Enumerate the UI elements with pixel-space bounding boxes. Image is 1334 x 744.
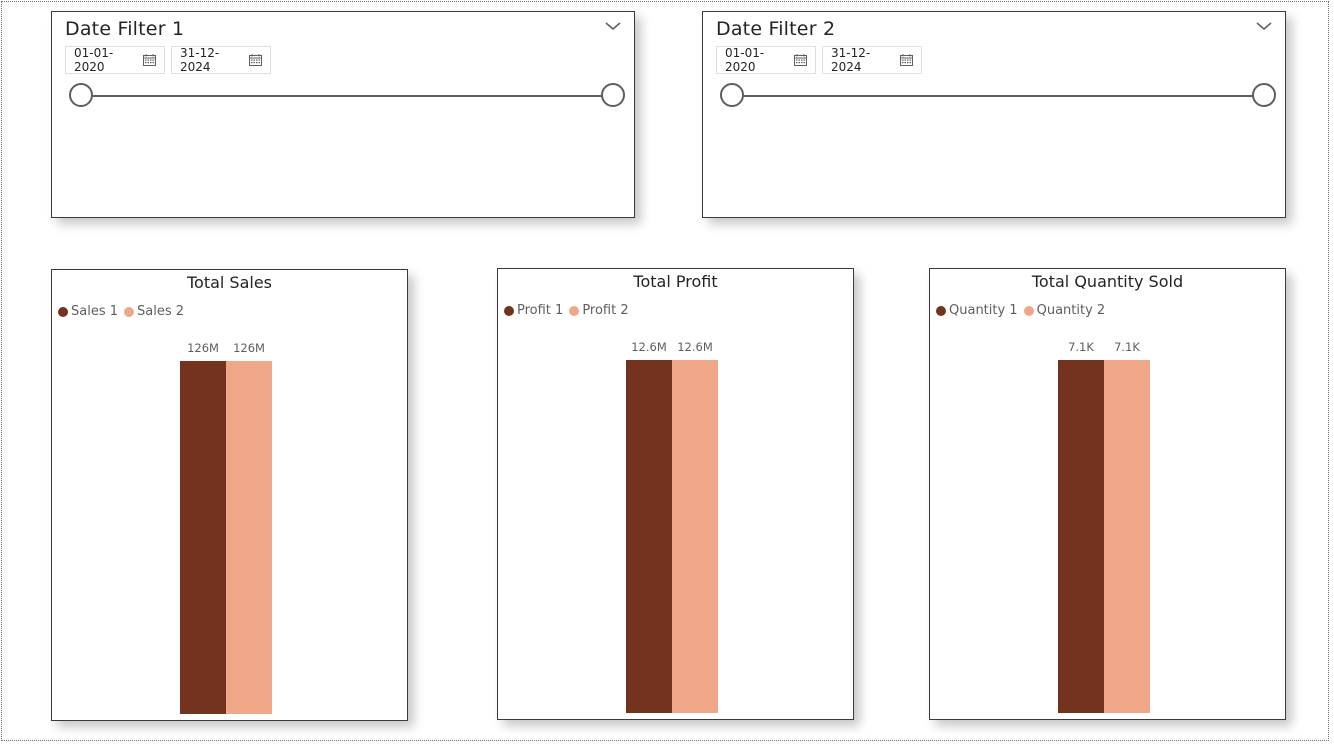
calendar-icon[interactable] bbox=[249, 54, 262, 66]
bar-profit-1[interactable] bbox=[626, 360, 672, 713]
calendar-icon[interactable] bbox=[794, 54, 807, 66]
data-label: 12.6M bbox=[677, 340, 713, 354]
data-label: 12.6M bbox=[631, 340, 667, 354]
end-date-input[interactable]: 31-12-2024 bbox=[171, 46, 271, 74]
total-sales-chart[interactable]: Total Sales Sales 1 Sales 2 126M 126M bbox=[51, 269, 408, 721]
end-date-value: 31-12-2024 bbox=[831, 46, 871, 74]
bar-quantity-1[interactable] bbox=[1058, 360, 1104, 713]
data-label: 7.1K bbox=[1068, 340, 1094, 354]
bar-sales-1[interactable] bbox=[180, 361, 226, 714]
start-date-value: 01-01-2020 bbox=[74, 46, 114, 74]
bar-quantity-2[interactable] bbox=[1104, 360, 1150, 713]
slicer-title: Date Filter 2 bbox=[716, 18, 836, 40]
range-slider-track[interactable] bbox=[733, 95, 1264, 97]
range-slider-end-handle[interactable] bbox=[1252, 83, 1276, 107]
total-quantity-sold-chart[interactable]: Total Quantity Sold Quantity 1 Quantity … bbox=[929, 268, 1286, 720]
chart-plot-area: 12.6M 12.6M bbox=[626, 340, 718, 713]
chevron-down-icon[interactable] bbox=[604, 20, 622, 32]
date-slicer-2: Date Filter 2 01-01-2020 31-12-2024 bbox=[702, 11, 1286, 218]
start-date-value: 01-01-2020 bbox=[725, 46, 765, 74]
start-date-input[interactable]: 01-01-2020 bbox=[65, 46, 165, 74]
bar-sales-2[interactable] bbox=[226, 361, 272, 714]
calendar-icon[interactable] bbox=[900, 54, 913, 66]
chevron-down-icon[interactable] bbox=[1255, 20, 1273, 32]
data-label: 7.1K bbox=[1114, 340, 1140, 354]
start-date-input[interactable]: 01-01-2020 bbox=[716, 46, 816, 74]
total-profit-chart[interactable]: Total Profit Profit 1 Profit 2 12.6M 12.6… bbox=[497, 268, 854, 720]
range-slider-track[interactable] bbox=[82, 95, 613, 97]
slicer-title: Date Filter 1 bbox=[65, 18, 185, 40]
range-slider-start-handle[interactable] bbox=[69, 83, 93, 107]
data-label: 126M bbox=[187, 341, 219, 355]
end-date-input[interactable]: 31-12-2024 bbox=[822, 46, 922, 74]
data-label: 126M bbox=[233, 341, 265, 355]
date-slicer-1: Date Filter 1 01-01-2020 31-12-2024 bbox=[51, 11, 635, 218]
end-date-value: 31-12-2024 bbox=[180, 46, 220, 74]
range-slider-start-handle[interactable] bbox=[720, 83, 744, 107]
chart-plot-area: 126M 126M bbox=[180, 341, 272, 714]
bar-profit-2[interactable] bbox=[672, 360, 718, 713]
chart-plot-area: 7.1K 7.1K bbox=[1058, 340, 1150, 713]
range-slider-end-handle[interactable] bbox=[601, 83, 625, 107]
calendar-icon[interactable] bbox=[143, 54, 156, 66]
